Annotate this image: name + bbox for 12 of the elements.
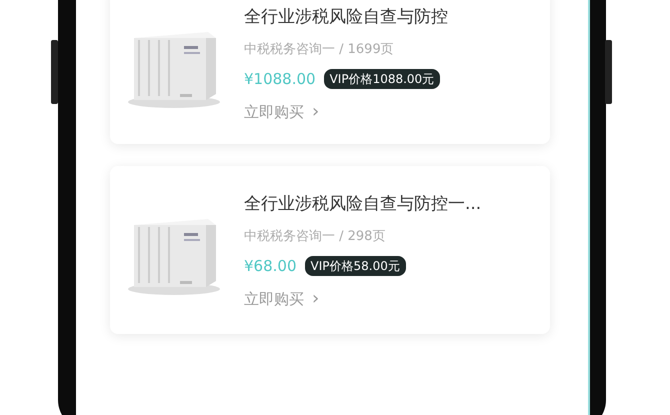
price: ¥68.00 xyxy=(244,256,296,277)
product-title: 全行业涉税风险自查与防控 xyxy=(244,6,448,29)
chevron-right-icon: › xyxy=(312,98,320,126)
chevron-right-icon: › xyxy=(312,285,320,312)
product-card[interactable]: 全行业涉税风险自查与防控 中税税务咨询一 / 1699页 ¥1088.00 VIP价格1088.00元 立即购买 › xyxy=(110,0,550,144)
publisher-pages: 中税税务咨询一 / 298页 xyxy=(244,228,386,246)
product-card[interactable]: 全行业涉税风险自查与防控一... 中税税务咨询一 / 298页 ¥68.00 VIP价格58.00元 立即购买 › xyxy=(110,166,550,334)
publisher-pages: 中税税务咨询一 / 1699页 xyxy=(244,41,395,60)
product-title: 全行业涉税风险自查与防控一... xyxy=(244,192,482,216)
vip-price-badge: VIP价格1088.00元 xyxy=(324,69,440,89)
vip-price-badge: VIP价格58.00元 xyxy=(304,256,406,276)
price: ¥1088.00 xyxy=(244,68,316,90)
